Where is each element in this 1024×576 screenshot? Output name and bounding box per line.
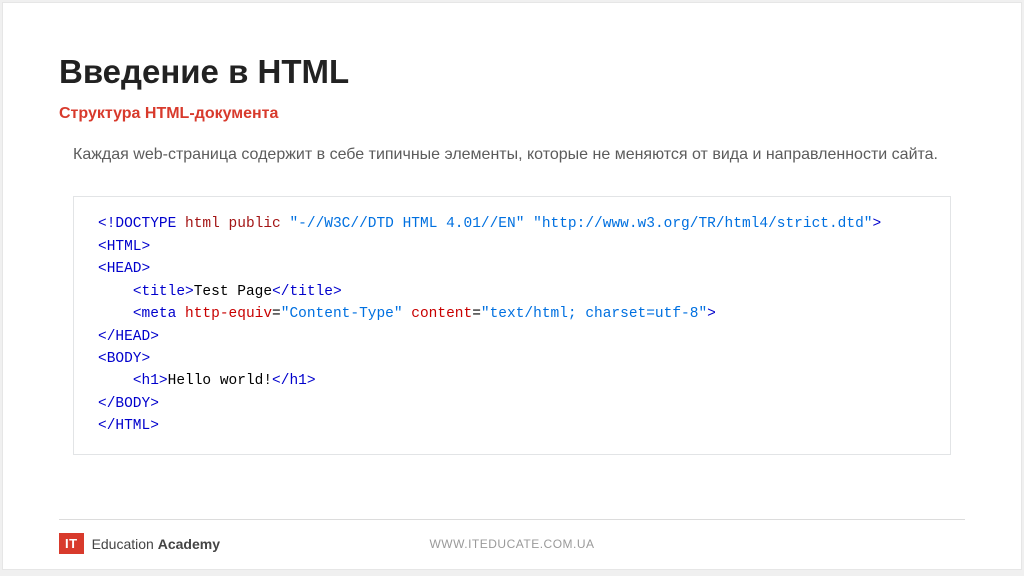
doctype-html: html bbox=[185, 216, 220, 232]
footer-url: WWW.ITEDUCATE.COM.UA bbox=[429, 537, 594, 551]
meta-attr1-val: "Content-Type" bbox=[281, 306, 403, 322]
meta-attr2-val: "text/html; charset=utf-8" bbox=[481, 306, 707, 322]
head-open: <HEAD> bbox=[98, 261, 150, 277]
description-text: Каждая web-страница содержит в себе типи… bbox=[59, 143, 965, 166]
body-open: <BODY> bbox=[98, 351, 150, 367]
html-open: <HTML> bbox=[98, 239, 150, 255]
h1-open: <h1> bbox=[133, 373, 168, 389]
logo-text: Education Academy bbox=[92, 536, 220, 552]
meta-close: > bbox=[707, 306, 716, 322]
slide: Введение в HTML Структура HTML-документа… bbox=[2, 2, 1022, 570]
html-close: </HTML> bbox=[98, 418, 159, 434]
doctype-kw: <!DOCTYPE bbox=[98, 216, 176, 232]
h1-close: </h1> bbox=[272, 373, 316, 389]
doctype-close: > bbox=[872, 216, 881, 232]
body-close: </BODY> bbox=[98, 396, 159, 412]
page-subtitle: Структура HTML-документа bbox=[59, 105, 965, 123]
page-title: Введение в HTML bbox=[59, 53, 965, 91]
footer: IT Education Academy WWW.ITEDUCATE.COM.U… bbox=[59, 519, 965, 559]
meta-open: <meta bbox=[133, 306, 177, 322]
doctype-public: public bbox=[229, 216, 281, 232]
doctype-str1: "-//W3C//DTD HTML 4.01//EN" bbox=[289, 216, 524, 232]
title-open: <title> bbox=[133, 284, 194, 300]
head-close: </HEAD> bbox=[98, 329, 159, 345]
meta-attr1-name: http-equiv bbox=[185, 306, 272, 322]
logo-text-bold: Academy bbox=[158, 536, 220, 552]
logo-badge: IT bbox=[59, 533, 84, 554]
code-block: <!DOCTYPE html public "-//W3C//DTD HTML … bbox=[73, 196, 951, 455]
h1-text: Hello world! bbox=[168, 373, 272, 389]
logo-text-light: Education bbox=[92, 536, 158, 552]
title-close: </title> bbox=[272, 284, 342, 300]
meta-attr2-name: content bbox=[411, 306, 472, 322]
title-text: Test Page bbox=[194, 284, 272, 300]
logo: IT Education Academy bbox=[59, 533, 220, 554]
doctype-str2: "http://www.w3.org/TR/html4/strict.dtd" bbox=[533, 216, 872, 232]
